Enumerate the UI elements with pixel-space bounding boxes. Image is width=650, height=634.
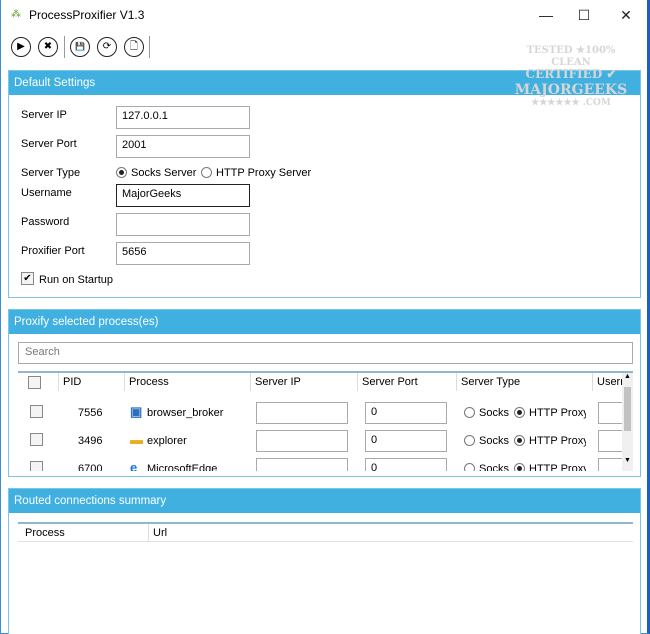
socks-label: Socks xyxy=(479,463,509,471)
password-label: Password xyxy=(21,216,70,228)
row-username-input[interactable] xyxy=(598,402,622,424)
pid-cell: 3496 xyxy=(78,435,103,447)
password-input[interactable] xyxy=(116,213,250,236)
majorgeeks-watermark: TESTED ★100% CLEAN CERTIFIED ✔ MAJORGEEK… xyxy=(514,45,628,108)
scroll-up-icon[interactable]: ▲ xyxy=(624,373,631,380)
select-all-checkbox[interactable] xyxy=(28,376,41,389)
socks-label: Socks xyxy=(479,407,509,419)
http-proxy-label: HTTP Proxy xyxy=(529,463,586,471)
server-port-label: Server Port xyxy=(21,138,77,150)
save-button[interactable]: 💾 xyxy=(70,37,90,57)
row-server-port-input[interactable]: 0 xyxy=(365,430,447,452)
row-checkbox[interactable] xyxy=(30,461,43,471)
routed-connections-panel: Routed connections summary Process Url xyxy=(8,488,641,634)
row-http-proxy-radio[interactable]: HTTP Proxy xyxy=(514,407,586,419)
toolbar-separator xyxy=(64,36,65,58)
row-server-ip-input[interactable] xyxy=(256,430,348,452)
row-checkbox[interactable] xyxy=(30,433,43,446)
column-header-server-type[interactable]: Server Type xyxy=(456,373,592,391)
column-header-pid[interactable]: PID xyxy=(58,373,124,391)
scrollbar-thumb[interactable] xyxy=(624,387,631,431)
run-on-startup-label: Run on Startup xyxy=(39,274,113,286)
process-name-cell: browser_broker xyxy=(147,407,224,419)
http-proxy-label: HTTP Proxy xyxy=(529,435,586,447)
socks-server-radio[interactable]: Socks Server xyxy=(116,167,196,179)
summary-table-header: Process Url xyxy=(18,522,633,542)
column-header-process[interactable]: Process xyxy=(25,527,65,539)
pid-cell: 6700 xyxy=(78,463,103,471)
server-port-input[interactable]: 2001 xyxy=(116,135,250,158)
app-logo-icon: ⁂ xyxy=(11,9,21,20)
process-icon: ▬ xyxy=(130,432,143,447)
radio-selected-icon xyxy=(514,463,525,471)
stop-button[interactable]: ✖ xyxy=(38,37,58,57)
column-header-url[interactable]: Url xyxy=(148,524,171,542)
row-server-port-input[interactable]: 0 xyxy=(365,402,447,424)
minimize-button[interactable]: — xyxy=(531,4,561,26)
socks-server-label: Socks Server xyxy=(131,167,197,179)
row-server-ip-input[interactable] xyxy=(256,458,348,471)
row-username-input[interactable] xyxy=(598,458,622,471)
maximize-button[interactable]: ☐ xyxy=(569,4,599,26)
toolbar-separator xyxy=(149,36,150,58)
server-ip-input[interactable]: 127.0.0.1 xyxy=(116,106,250,129)
routed-connections-header: Routed connections summary xyxy=(9,489,640,513)
http-proxy-server-radio[interactable]: HTTP Proxy Server xyxy=(201,167,311,179)
process-name-cell: MicrosoftEdge xyxy=(147,463,218,471)
radio-icon xyxy=(464,435,475,446)
row-socks-radio[interactable]: Socks xyxy=(464,407,509,419)
table-row[interactable]: 3496 ▬ explorer 0 Socks HTTP Proxy xyxy=(18,427,622,455)
column-header-process[interactable]: Process xyxy=(124,373,250,391)
row-username-input[interactable] xyxy=(598,430,622,452)
socks-label: Socks xyxy=(479,435,509,447)
row-http-proxy-radio[interactable]: HTTP Proxy xyxy=(514,463,586,471)
http-proxy-server-label: HTTP Proxy Server xyxy=(216,167,312,179)
table-scrollbar[interactable]: ▲ ▼ xyxy=(622,373,633,471)
process-name-cell: explorer xyxy=(147,435,187,447)
server-type-label: Server Type xyxy=(21,167,81,179)
row-http-proxy-radio[interactable]: HTTP Proxy xyxy=(514,435,586,447)
row-socks-radio[interactable]: Socks xyxy=(464,463,509,471)
proxifier-port-input[interactable]: 5656 xyxy=(116,242,250,265)
radio-icon xyxy=(464,407,475,418)
close-button[interactable]: ✕ xyxy=(611,4,641,26)
radio-selected-icon xyxy=(514,435,525,446)
row-socks-radio[interactable]: Socks xyxy=(464,435,509,447)
column-header-server-port[interactable]: Server Port xyxy=(357,373,456,391)
process-icon: e xyxy=(130,460,138,471)
radio-icon xyxy=(464,463,475,471)
username-label: Username xyxy=(21,187,72,199)
table-row[interactable]: 7556 ▣ browser_broker 0 Socks HTTP Proxy xyxy=(18,399,622,427)
radio-selected-icon xyxy=(116,167,127,178)
radio-selected-icon xyxy=(514,407,525,418)
export-button[interactable]: 🗋 xyxy=(124,37,144,57)
column-header-server-ip[interactable]: Server IP xyxy=(250,373,357,391)
row-checkbox[interactable] xyxy=(30,405,43,418)
window-title: ProcessProxifier V1.3 xyxy=(29,8,145,22)
proxifier-port-label: Proxifier Port xyxy=(21,245,85,257)
pid-cell: 7556 xyxy=(78,407,103,419)
radio-icon xyxy=(201,167,212,178)
row-server-port-input[interactable]: 0 xyxy=(365,458,447,471)
column-header-username[interactable]: Usern xyxy=(592,373,622,391)
scroll-down-icon[interactable]: ▼ xyxy=(624,457,631,464)
table-row[interactable]: 6700 e MicrosoftEdge 0 Socks HTTP Proxy xyxy=(18,455,622,471)
run-on-startup-checkbox[interactable]: ✔ xyxy=(21,272,34,285)
app-window: ⁂ ProcessProxifier V1.3 — ☐ ✕ ▶ ✖ 💾 ⟳ 🗋 … xyxy=(0,0,650,634)
process-icon: ▣ xyxy=(130,404,143,419)
server-ip-label: Server IP xyxy=(21,109,67,121)
process-table: PID Process Server IP Server Port Server… xyxy=(18,371,633,471)
proxify-processes-panel: Proxify selected process(es) Search PID … xyxy=(8,309,641,477)
search-input[interactable]: Search xyxy=(18,342,633,364)
start-button[interactable]: ▶ xyxy=(11,37,31,57)
proxify-processes-header: Proxify selected process(es) xyxy=(9,310,640,334)
http-proxy-label: HTTP Proxy xyxy=(529,407,586,419)
refresh-button[interactable]: ⟳ xyxy=(97,37,117,57)
username-input[interactable]: MajorGeeks xyxy=(116,184,250,207)
row-server-ip-input[interactable] xyxy=(256,402,348,424)
